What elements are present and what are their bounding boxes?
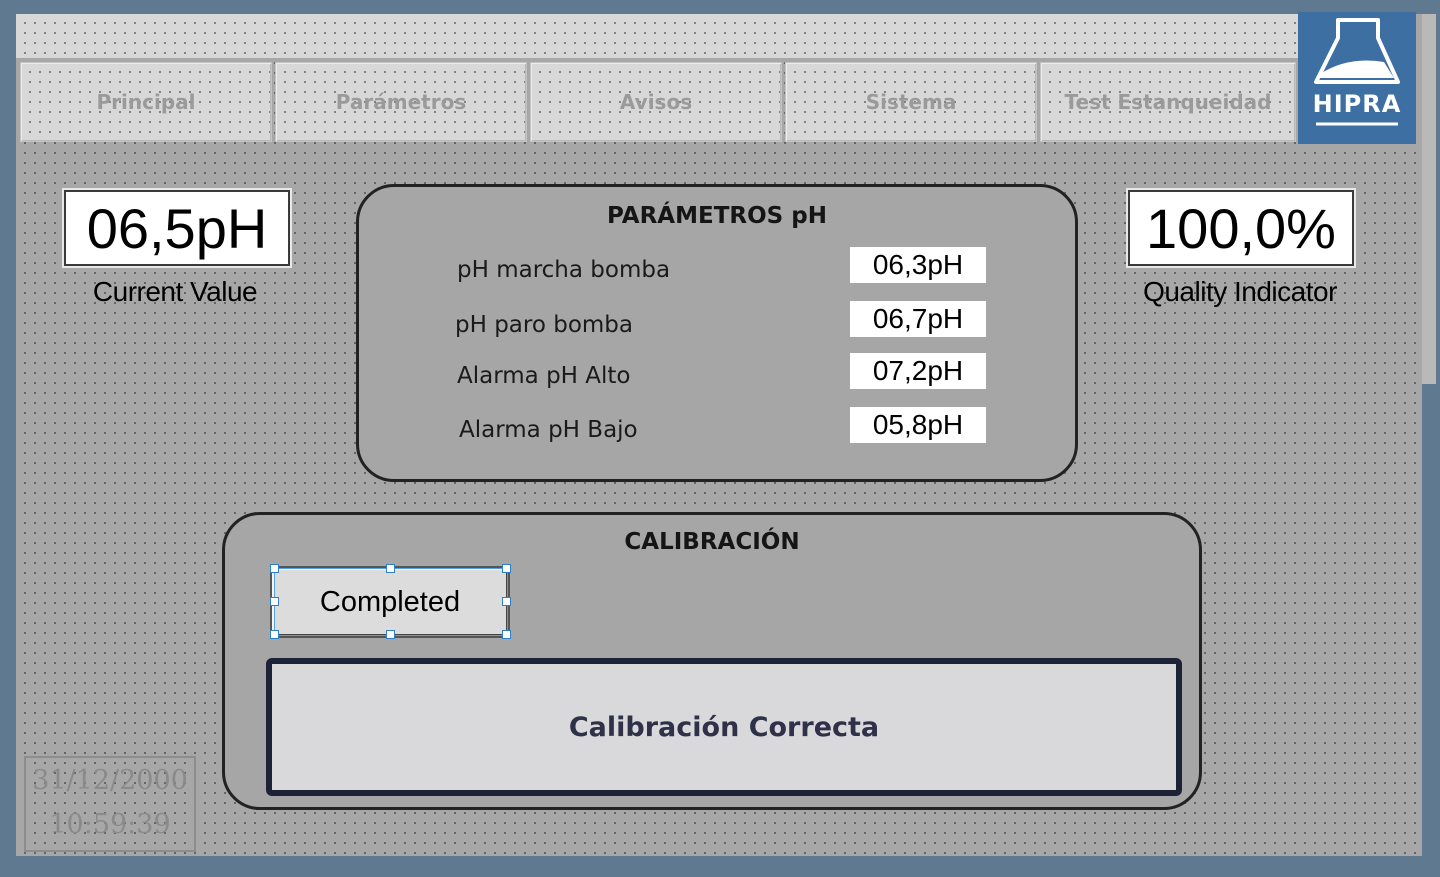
ph-parameters-panel: PARÁMETROS pH pH marcha bomba 06,3pH pH … — [356, 184, 1078, 482]
quality-indicator-display: 100,0% — [1128, 190, 1354, 266]
param-value-paro[interactable]: 06,7pH — [850, 301, 986, 337]
param-value-alarma-alto[interactable]: 07,2pH — [850, 353, 986, 389]
top-strip — [16, 14, 1298, 58]
resize-handle[interactable] — [502, 597, 511, 606]
resize-handle[interactable] — [270, 630, 279, 639]
nav-bar: Principal Parámetros Avisos Sistema Test… — [16, 58, 1298, 144]
quality-indicator-label: Quality Indicator — [1143, 276, 1337, 307]
time-text: 10:59:39 — [49, 809, 171, 840]
param-value-alarma-bajo[interactable]: 05,8pH — [850, 407, 986, 443]
date-text: 31/12/2000 — [32, 765, 188, 796]
param-label-alarma-bajo: Alarma pH Bajo — [459, 417, 638, 443]
nav-principal[interactable]: Principal — [20, 62, 272, 142]
resize-handle[interactable] — [270, 597, 279, 606]
nav-parametros[interactable]: Parámetros — [275, 62, 527, 142]
param-value-marcha[interactable]: 06,3pH — [850, 247, 986, 283]
flask-icon — [1314, 18, 1400, 126]
nav-avisos[interactable]: Avisos — [530, 62, 782, 142]
calibration-status-display: Calibración Correcta — [266, 658, 1182, 796]
resize-handle[interactable] — [502, 564, 511, 573]
selection-outline — [274, 568, 508, 636]
resize-handle[interactable] — [270, 564, 279, 573]
resize-handle[interactable] — [502, 630, 511, 639]
ph-parameters-title: PARÁMETROS pH — [607, 203, 827, 229]
param-label-marcha: pH marcha bomba — [457, 257, 671, 283]
current-value-display: 06,5pH — [64, 190, 290, 266]
datetime-display: 31/12/2000 10:59:39 — [24, 756, 196, 852]
calibration-title: CALIBRACIÓN — [624, 529, 800, 555]
resize-handle[interactable] — [386, 564, 395, 573]
side-strip — [1422, 14, 1436, 384]
hipra-logo: HIPRA — [1298, 12, 1416, 144]
hmi-screen: Principal Parámetros Avisos Sistema Test… — [16, 12, 1436, 856]
nav-test-estanqueidad[interactable]: Test Estanqueidad — [1040, 62, 1296, 142]
current-value-label: Current Value — [92, 276, 258, 307]
resize-handle[interactable] — [386, 630, 395, 639]
nav-sistema[interactable]: Sistema — [785, 62, 1037, 142]
param-label-paro: pH paro bomba — [455, 312, 634, 338]
logo-text: HIPRA — [1312, 90, 1402, 118]
param-label-alarma-alto: Alarma pH Alto — [457, 363, 631, 389]
